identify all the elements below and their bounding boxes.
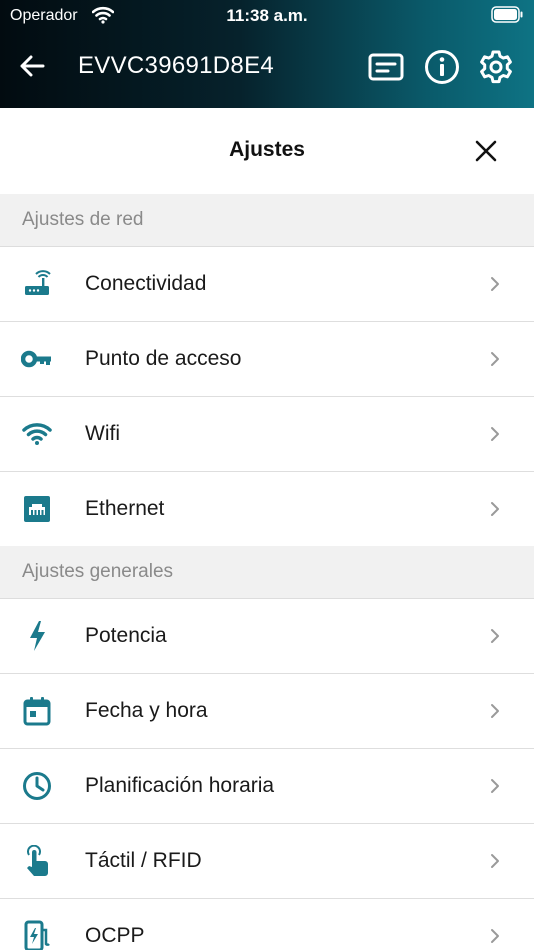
- chevron-right-icon: [491, 352, 499, 366]
- close-button[interactable]: [470, 135, 502, 167]
- settings-item-label: Potencia: [85, 624, 167, 647]
- chevron-right-icon: [491, 277, 499, 291]
- chevron-right-icon: [491, 704, 499, 718]
- settings-item-connectivity[interactable]: Conectividad: [0, 247, 534, 322]
- back-button[interactable]: [16, 50, 48, 82]
- sheet-title: Ajustes: [229, 138, 305, 161]
- settings-item-touch-rfid[interactable]: Táctil / RFID: [0, 824, 534, 899]
- router-icon: [20, 267, 54, 301]
- settings-button[interactable]: [477, 48, 515, 86]
- settings-item-wifi[interactable]: Wifi: [0, 397, 534, 472]
- clock-icon: [20, 769, 54, 803]
- settings-item-power[interactable]: Potencia: [0, 599, 534, 674]
- info-icon: [425, 50, 459, 84]
- settings-item-ethernet[interactable]: Ethernet: [0, 472, 534, 547]
- chevron-right-icon: [491, 427, 499, 441]
- gear-icon: [480, 50, 512, 84]
- ethernet-icon: [20, 492, 54, 526]
- message-icon: [368, 53, 404, 81]
- settings-item-label: Wifi: [85, 422, 120, 445]
- key-icon: [20, 342, 54, 376]
- chevron-right-icon: [491, 502, 499, 516]
- settings-item-label: Conectividad: [85, 272, 207, 295]
- settings-item-label: Punto de acceso: [85, 347, 242, 370]
- info-button[interactable]: [423, 48, 461, 86]
- settings-item-ocpp[interactable]: OCPP: [0, 899, 534, 950]
- messages-button[interactable]: [367, 48, 405, 86]
- close-icon: [475, 140, 497, 162]
- section-title: Ajustes de red: [22, 209, 144, 230]
- settings-item-label: Ethernet: [85, 497, 165, 520]
- chevron-right-icon: [491, 929, 499, 943]
- settings-item-label: OCPP: [85, 924, 145, 947]
- settings-item-label: Fecha y hora: [85, 699, 208, 722]
- chevron-right-icon: [491, 854, 499, 868]
- settings-item-schedule[interactable]: Planificación horaria: [0, 749, 534, 824]
- back-arrow-icon: [20, 55, 45, 77]
- section-header-network: Ajustes de red: [0, 194, 534, 247]
- status-time: 11:38 a.m.: [226, 6, 308, 25]
- settings-item-label: Planificación horaria: [85, 774, 275, 797]
- settings-item-date-time[interactable]: Fecha y hora: [0, 674, 534, 749]
- charger-icon: [20, 919, 54, 950]
- lightning-icon: [20, 619, 54, 653]
- status-bar: Operador 11:38 a.m.: [0, 0, 534, 34]
- settings-item-label: Táctil / RFID: [85, 849, 202, 872]
- touch-icon: [20, 844, 54, 878]
- section-title: Ajustes generales: [22, 561, 174, 582]
- nav-bar: EVVC39691D8E4: [0, 34, 534, 108]
- battery-icon: [491, 6, 523, 23]
- settings-sheet-header: Ajustes: [0, 108, 534, 194]
- settings-item-access-point[interactable]: Punto de acceso: [0, 322, 534, 397]
- calendar-icon: [20, 694, 54, 728]
- section-header-general: Ajustes generales: [0, 546, 534, 599]
- wifi-icon: [20, 417, 54, 451]
- chevron-right-icon: [491, 779, 499, 793]
- app-header: Operador 11:38 a.m. EVVC39691D8E4: [0, 0, 534, 108]
- device-id-title: EVVC39691D8E4: [78, 52, 275, 79]
- chevron-right-icon: [491, 629, 499, 643]
